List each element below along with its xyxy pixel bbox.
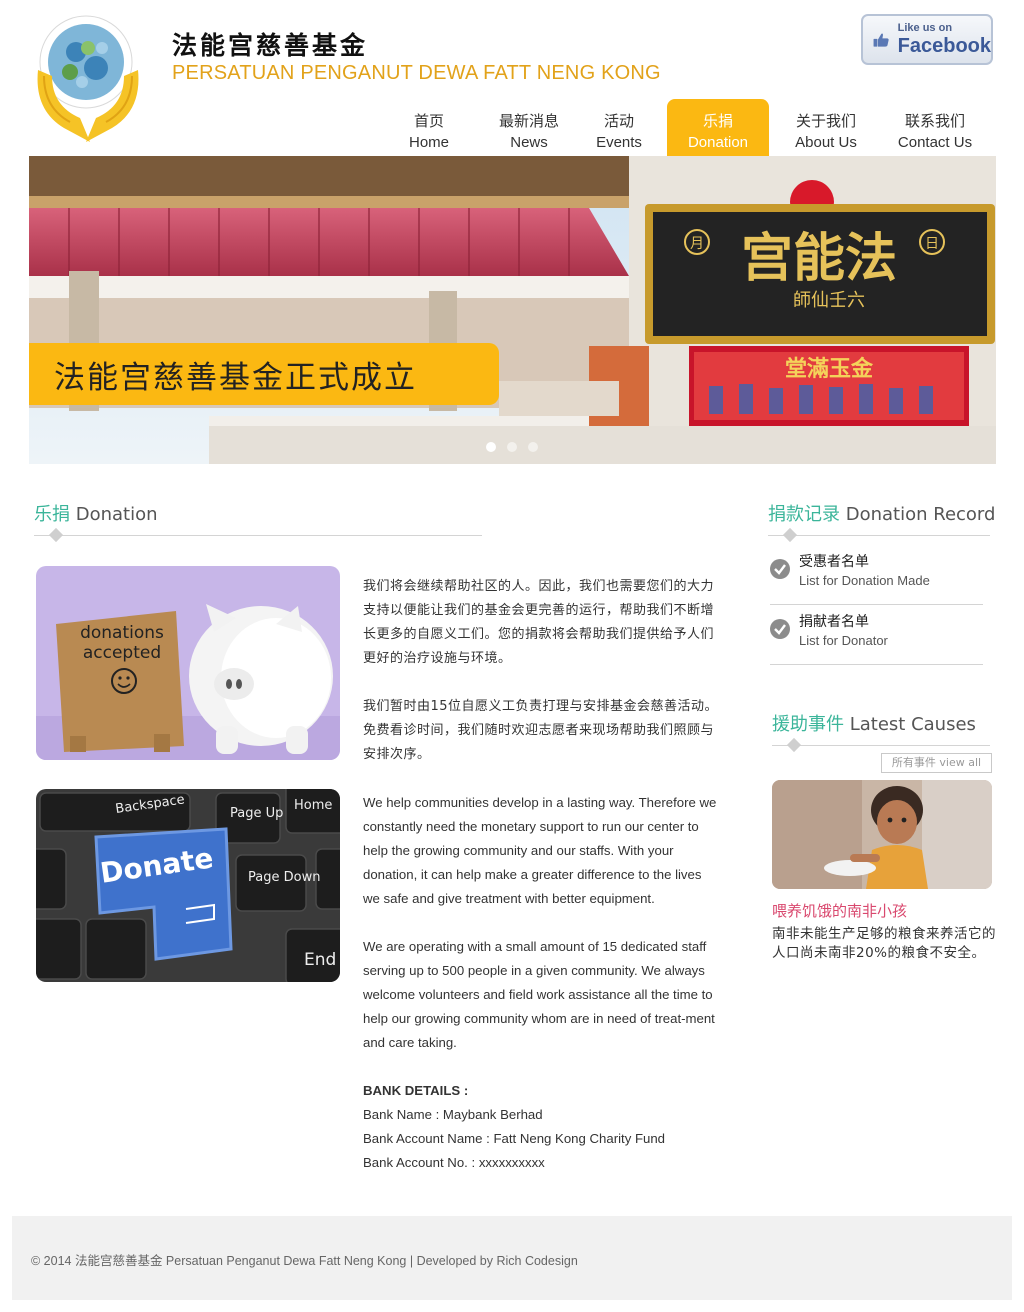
facebook-like-button[interactable]: Like us on Facebook [861, 14, 993, 65]
bank-details-heading: BANK DETAILS : [363, 1083, 469, 1098]
cause-description: 南非未能生产足够的粮食来养活它的人口尚未南非20%的粮食不安全。 [772, 926, 996, 961]
donation-heading-en: Donation [75, 504, 158, 525]
donate-key-image: Donate Backspace Home Page Up Page Down … [36, 789, 340, 982]
nav-label-en: Events [596, 134, 642, 151]
nav-label-cn: 首页 [413, 112, 444, 130]
bank-name: Bank Name : Maybank Berhad [363, 1107, 543, 1122]
record-link-donation-made[interactable]: 受惠者名单 List for Donation Made [770, 545, 983, 605]
divider-diamond-icon [48, 527, 64, 543]
slider-dot-1[interactable] [486, 442, 496, 452]
donation-article: 我们将会继续帮助社区的人。因此，我们也需要您们的大力支持以便能让我们的基金会更完… [363, 575, 721, 1175]
nav-label-cn: 最新消息 [498, 112, 559, 130]
nav-label-en: Donation [687, 134, 749, 151]
record-label-en: List for Donation Made [799, 573, 930, 588]
nav-label-cn: 乐捐 [702, 112, 733, 130]
footer-copyright: © 2014 法能宫慈善基金 Persatuan Penganut Dewa F… [31, 1254, 578, 1268]
nav-label-cn: 联系我们 [904, 112, 965, 130]
sign-line-1: donations [80, 623, 164, 643]
bank-details: BANK DETAILS : Bank Name : Maybank Berha… [363, 1079, 721, 1175]
facebook-name: Facebook [897, 35, 991, 57]
nav-item-home[interactable]: 首页 Home [389, 99, 469, 156]
paragraph-en-2: We are operating with a small amount of … [363, 939, 715, 1050]
record-heading-cn: 捐款记录 [768, 504, 840, 525]
view-all-button[interactable]: 所有事件 view all [881, 753, 992, 773]
piggy-bank-image: donations accepted [36, 566, 340, 760]
facebook-like-text: Like us on [897, 22, 953, 34]
sign-sun-text: 日 [925, 236, 939, 252]
home-key-label: Home [294, 798, 332, 813]
sign-line-2: accepted [83, 643, 161, 663]
record-label-cn: 捐献者名单 [799, 614, 869, 630]
footer: © 2014 法能宫慈善基金 Persatuan Penganut Dewa F… [12, 1216, 1012, 1300]
donation-heading: 乐捐 Donation [34, 500, 158, 526]
paragraph-cn-1: 我们将会继续帮助社区的人。因此，我们也需要您们的大力支持以便能让我们的基金会更完… [363, 579, 715, 666]
temple-banner-image: 宫能法 師仙壬六 月 日 堂滿玉金 [29, 156, 996, 464]
divider-diamond-icon [786, 737, 802, 753]
sign-main-text: 宫能法 [741, 228, 897, 289]
thumbs-up-icon [873, 33, 889, 47]
site-title-english: PERSATUAN PENGANUT DEWA FATT NENG KONG [172, 62, 661, 84]
red-sign-text: 堂滿玉金 [785, 356, 874, 382]
check-icon [770, 559, 790, 579]
record-link-donator[interactable]: 捐献者名单 List for Donator [770, 605, 983, 665]
bank-account-number: Bank Account No. : xxxxxxxxxx [363, 1155, 545, 1170]
nav-item-donation[interactable]: 乐捐 Donation [667, 99, 769, 156]
causes-heading-en: Latest Causes [849, 714, 976, 735]
divider-diamond-icon [782, 527, 798, 543]
bank-account-name: Bank Account Name : Fatt Neng Kong Chari… [363, 1131, 666, 1146]
pagedown-key-label: Page Down [248, 870, 320, 885]
check-icon [770, 619, 790, 639]
pageup-key-label: Page Up [230, 806, 283, 821]
site-title-chinese: 法能宫慈善基金 [172, 31, 369, 60]
hero-slider[interactable]: 宫能法 師仙壬六 月 日 堂滿玉金 法能宫慈善基金正式成立 [29, 156, 996, 464]
nav-label-cn: 关于我们 [795, 112, 856, 130]
nav-item-contact[interactable]: 联系我们 Contact Us [886, 99, 984, 156]
nav-label-en: About Us [795, 134, 857, 151]
nav-item-about[interactable]: 关于我们 About Us [780, 99, 872, 156]
nav-label-en: Home [408, 134, 449, 151]
nav-item-events[interactable]: 活动 Events [584, 99, 654, 156]
nav-label-en: Contact Us [897, 134, 973, 151]
donation-record-heading: 捐款记录 Donation Record [768, 500, 995, 526]
cause-title-link[interactable]: 喂养饥饿的南非小孩 [772, 900, 907, 921]
causes-heading-cn: 援助事件 [772, 714, 844, 735]
sign-sub-text: 師仙壬六 [793, 290, 865, 311]
record-label-cn: 受惠者名单 [799, 554, 869, 570]
slider-pagination [486, 442, 538, 452]
causes-divider [772, 745, 990, 746]
record-divider [768, 535, 990, 536]
nav-label-en: News [510, 134, 548, 151]
record-heading-en: Donation Record [845, 504, 996, 525]
banner-caption: 法能宫慈善基金正式成立 [29, 343, 499, 405]
paragraph-en-1: We help communities develop in a lasting… [363, 795, 717, 906]
main-navigation: 首页 Home 最新消息 News 活动 Events 乐捐 Donation … [0, 99, 1024, 156]
sign-moon-text: 月 [690, 236, 704, 252]
nav-item-news[interactable]: 最新消息 News [484, 99, 574, 156]
cause-child-image[interactable] [772, 780, 992, 889]
slider-dot-3[interactable] [528, 442, 538, 452]
end-key-label: End [304, 950, 336, 970]
donation-heading-cn: 乐捐 [34, 504, 70, 525]
slider-dot-2[interactable] [507, 442, 517, 452]
nav-label-cn: 活动 [603, 112, 634, 130]
record-label-en: List for Donator [799, 633, 888, 648]
paragraph-cn-2: 我们暂时由15位自愿义工负责打理与安排基金会慈善活动。免费看诊时间，我们随时欢迎… [363, 699, 719, 762]
heading-divider [34, 535, 482, 536]
latest-causes-heading: 援助事件 Latest Causes [772, 710, 976, 736]
